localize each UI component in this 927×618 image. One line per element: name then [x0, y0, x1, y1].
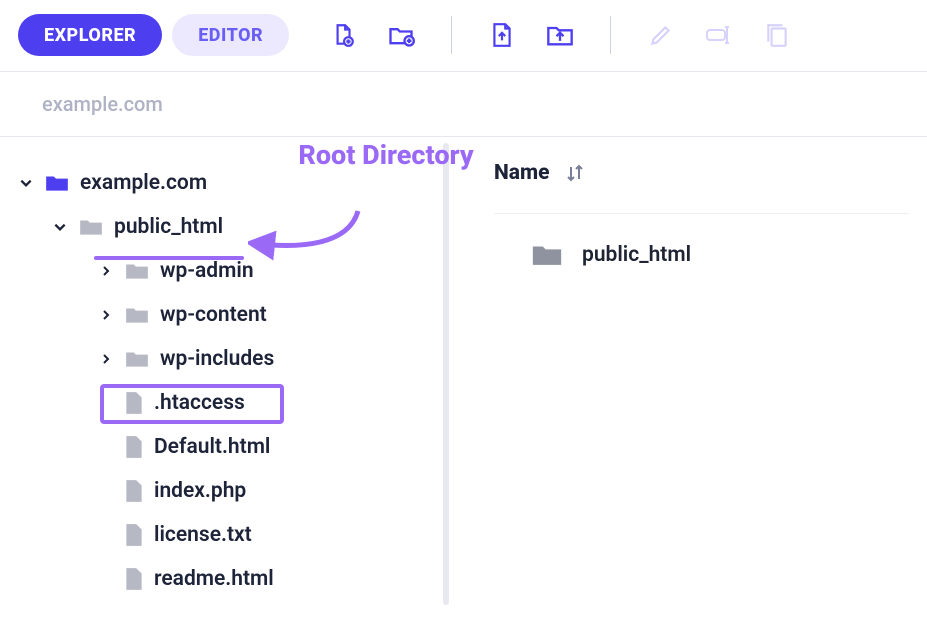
chevron-right-icon — [98, 263, 114, 279]
new-file-icon[interactable] — [329, 21, 357, 49]
new-folder-icon[interactable] — [387, 21, 415, 49]
chevron-right-icon — [98, 307, 114, 323]
tree-item-label: index.php — [154, 479, 246, 503]
sort-icon — [564, 162, 586, 184]
tree-item-label: wp-admin — [160, 259, 254, 283]
folder-icon — [530, 242, 564, 268]
spacer — [98, 439, 114, 455]
spacer — [98, 483, 114, 499]
list-item-public-html[interactable]: public_html — [494, 214, 909, 268]
folder-icon — [78, 217, 104, 237]
tree-item-label: public_html — [114, 215, 223, 239]
file-icon — [124, 479, 144, 503]
tree-root[interactable]: example.com — [18, 161, 432, 205]
spacer — [98, 527, 114, 543]
tree-root-label: example.com — [80, 171, 207, 195]
toolbar: EXPLORER EDITOR — [0, 0, 927, 71]
explorer-tab[interactable]: EXPLORER — [18, 14, 162, 56]
spacer — [98, 571, 114, 587]
breadcrumb: example.com — [0, 71, 927, 137]
file-icon — [124, 391, 144, 415]
folder-icon — [44, 173, 70, 193]
chevron-down-icon — [18, 175, 34, 191]
list-header-name[interactable]: Name — [494, 161, 909, 214]
breadcrumb-text: example.com — [42, 92, 163, 116]
chevron-right-icon — [98, 351, 114, 367]
pane-divider[interactable] — [440, 137, 452, 605]
explorer-tab-label: EXPLORER — [44, 25, 136, 46]
tree-item-public-html[interactable]: public_html — [18, 205, 432, 249]
tree-item-label: .htaccess — [154, 391, 245, 415]
folder-icon — [124, 261, 150, 281]
editor-tab-label: EDITOR — [198, 25, 263, 46]
annotation-underline — [94, 256, 244, 260]
tree-item-htaccess[interactable]: .htaccess — [18, 381, 432, 425]
file-icon — [124, 435, 144, 459]
file-icon — [124, 523, 144, 547]
tree-item-label: wp-content — [160, 303, 267, 327]
toolbar-separator — [610, 16, 611, 54]
tree-item-license-txt[interactable]: license.txt — [18, 513, 432, 557]
tree-item-label: license.txt — [154, 523, 252, 547]
tree-item-label: wp-includes — [160, 347, 274, 371]
tree-pane: example.com public_html — [0, 137, 440, 605]
folder-icon — [124, 305, 150, 325]
file-icon — [124, 567, 144, 591]
tree-item-label: readme.html — [154, 567, 274, 591]
tree-item-wp-includes[interactable]: wp-includes — [18, 337, 432, 381]
rename-icon[interactable] — [705, 21, 733, 49]
chevron-down-icon — [52, 219, 68, 235]
tree-item-wp-content[interactable]: wp-content — [18, 293, 432, 337]
editor-tab[interactable]: EDITOR — [172, 14, 289, 56]
list-pane: Name public_html — [452, 137, 927, 605]
tree-item-label: Default.html — [154, 435, 270, 459]
tree-item-readme-html[interactable]: readme.html — [18, 557, 432, 601]
upload-folder-icon[interactable] — [546, 21, 574, 49]
tree-item-default-html[interactable]: Default.html — [18, 425, 432, 469]
upload-file-icon[interactable] — [488, 21, 516, 49]
folder-icon — [124, 349, 150, 369]
list-header-label: Name — [494, 161, 550, 185]
list-item-label: public_html — [582, 243, 691, 267]
tree-item-index-php[interactable]: index.php — [18, 469, 432, 513]
toolbar-separator — [451, 16, 452, 54]
copy-icon[interactable] — [763, 21, 791, 49]
edit-icon[interactable] — [647, 21, 675, 49]
spacer — [98, 395, 114, 411]
